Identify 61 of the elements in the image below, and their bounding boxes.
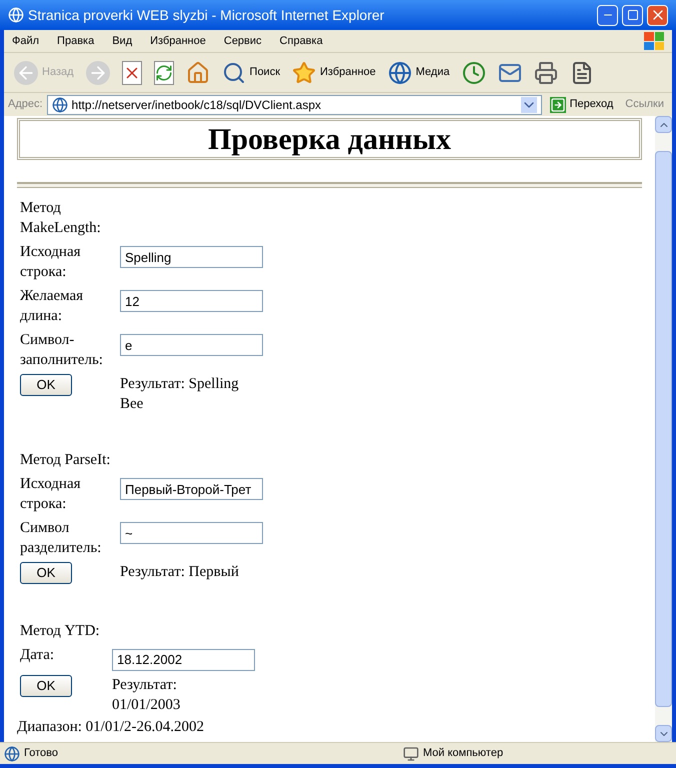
field-label: Дата: bbox=[20, 646, 56, 665]
go-arrow-icon bbox=[550, 96, 566, 112]
maximize-icon bbox=[626, 9, 638, 21]
clock-icon bbox=[462, 60, 486, 84]
field-label: Исходная строка: bbox=[20, 243, 82, 282]
globe-icon bbox=[388, 60, 412, 84]
window-title: Stranica proverki WEB slyzbi - Microsoft Internet Explorer bbox=[28, 6, 386, 25]
toolbar-button[interactable] bbox=[120, 60, 144, 84]
toolbar-button[interactable] bbox=[152, 60, 176, 84]
field-label: Исходная строка: bbox=[20, 475, 82, 514]
field-label: Желаемая длина: bbox=[20, 287, 84, 326]
field-label: Символ-заполнитель: bbox=[20, 331, 104, 370]
page-heading: Проверка данных bbox=[208, 122, 451, 158]
zone-text: Мой компьютер bbox=[423, 746, 504, 762]
menu-item[interactable]: Избранное bbox=[150, 32, 206, 50]
section-title: Метод ParseIt: bbox=[20, 451, 112, 470]
ok-button[interactable]: OK bbox=[20, 674, 72, 697]
windows-logo-icon bbox=[644, 32, 664, 50]
menu-item[interactable]: Сервис bbox=[224, 32, 262, 50]
star-icon bbox=[292, 60, 316, 84]
page-icon bbox=[4, 746, 20, 762]
section-title: Метод MakeLength: bbox=[20, 199, 102, 238]
close-page-icon bbox=[122, 60, 142, 84]
maximize-button[interactable] bbox=[622, 4, 643, 26]
computer-icon bbox=[403, 746, 419, 762]
result-text: Результат: 01/01/2003 bbox=[112, 676, 182, 715]
address-label: Адрес: bbox=[8, 97, 43, 112]
close-button[interactable] bbox=[647, 4, 668, 26]
menu-item[interactable]: Правка bbox=[57, 32, 94, 50]
refresh-icon bbox=[154, 60, 174, 84]
ok-button[interactable]: OK bbox=[20, 562, 72, 584]
text-field[interactable]: 18.12.2002 bbox=[112, 648, 255, 671]
dropdown-icon[interactable] bbox=[520, 96, 537, 112]
home-icon bbox=[186, 60, 210, 84]
address-field[interactable]: http://netserver/inetbook/c18/sql/DVClient.aspx bbox=[46, 94, 542, 114]
range-text: Диапазон: 01/01/2-26.04.2002 bbox=[17, 718, 206, 737]
toolbar-button[interactable]: Избранное bbox=[290, 60, 378, 84]
toolbar-button[interactable]: Медиа bbox=[386, 60, 452, 84]
text-field[interactable]: 12 bbox=[120, 290, 263, 312]
scroll-up-icon[interactable] bbox=[655, 116, 672, 133]
result-text: Результат: Первый bbox=[120, 563, 240, 582]
scroll-down-icon[interactable] bbox=[655, 725, 672, 742]
text-field[interactable]: ~ bbox=[120, 522, 263, 544]
go-button[interactable]: Переход bbox=[546, 96, 618, 113]
menu-item[interactable]: Вид bbox=[112, 32, 132, 50]
menu-item[interactable]: Файл bbox=[12, 32, 40, 50]
text-field[interactable]: Первый-Второй-Трет bbox=[120, 478, 263, 500]
result-text: Результат: Spelling Bee bbox=[120, 375, 240, 414]
section-title: Метод YTD: bbox=[20, 622, 101, 641]
page-icon bbox=[52, 96, 68, 112]
minimize-button[interactable] bbox=[597, 4, 618, 26]
ok-button[interactable]: OK bbox=[20, 374, 72, 396]
menu-item[interactable]: Справка bbox=[280, 32, 323, 50]
field-label: Символ разделитель: bbox=[20, 519, 102, 558]
toolbar-button[interactable]: Поиск bbox=[220, 60, 282, 84]
text-field[interactable]: e bbox=[120, 334, 263, 356]
status-text: Готово bbox=[24, 746, 59, 762]
printer-icon bbox=[534, 60, 558, 84]
browser-icon bbox=[8, 7, 24, 23]
search-icon bbox=[222, 60, 246, 84]
text-field[interactable]: Spelling bbox=[120, 246, 263, 268]
